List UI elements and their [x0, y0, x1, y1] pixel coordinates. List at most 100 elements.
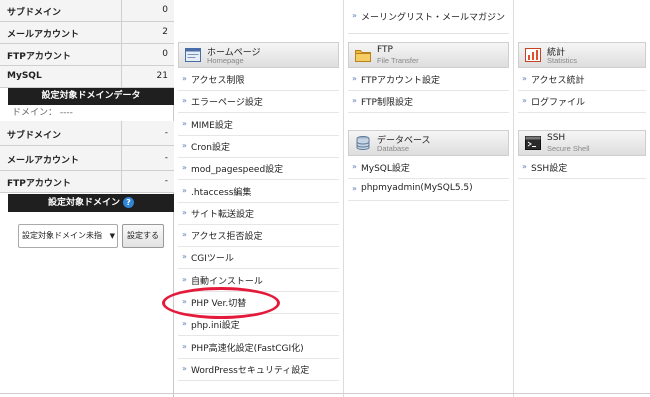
arrow-icon: » [352, 184, 357, 194]
help-icon[interactable]: ? [123, 197, 134, 208]
stat-value: - [164, 153, 168, 163]
arrow-icon: » [182, 341, 187, 351]
section-header-ssh: SSH Secure Shell [518, 130, 646, 156]
section-subtitle: Secure Shell [547, 144, 590, 153]
arrow-icon: » [182, 118, 187, 128]
stat-label: MySQL [7, 71, 42, 81]
menu-item-stats-0[interactable]: » アクセス統計 [518, 69, 646, 91]
menu-item-label: エラーページ設定 [191, 98, 263, 109]
menu-item-ssh-0[interactable]: » SSH設定 [518, 157, 646, 179]
arrow-icon: » [182, 363, 187, 373]
section-title: FTP [377, 45, 393, 55]
domain-data-header: 設定対象ドメインデータ [8, 88, 174, 105]
menu-item-label: mod_pagespeed設定 [191, 165, 284, 176]
chevron-down-icon: ▼ [109, 232, 115, 240]
domain-stat-row-mail: メールアカウント - [0, 146, 174, 171]
menu-item-database-0[interactable]: » MySQL設定 [348, 157, 509, 179]
stat-value: 2 [162, 27, 168, 37]
stat-row-ftp: FTPアカウント 0 [0, 44, 174, 66]
menu-item-homepage-1[interactable]: » エラーページ設定 [178, 91, 339, 114]
menu-item-label: アクセス拒否設定 [191, 232, 263, 243]
section-header-ftp: FTP File Transfer [348, 42, 509, 68]
stat-label: メールアカウント [7, 156, 80, 166]
menu-item-homepage-2[interactable]: » MIME設定 [178, 114, 339, 136]
menu-item-homepage-12[interactable]: » PHP高速化設定(FastCGI化) [178, 337, 339, 359]
arrow-icon: » [352, 11, 357, 20]
menu-item-ftp-1[interactable]: » FTP制限設定 [348, 91, 509, 114]
section-header-stats: 統計 Statistics [518, 42, 646, 68]
database-icon [355, 136, 371, 150]
stat-label: FTPアカウント [7, 52, 71, 62]
arrow-icon: » [352, 96, 357, 106]
highlight-circle [162, 287, 280, 319]
menu-item-stats-1[interactable]: » ログファイル [518, 91, 646, 114]
sidebar: サブドメイン 0 メールアカウント 2 FTPアカウント 0 MySQL 21 … [0, 0, 174, 397]
folder-icon [355, 48, 371, 62]
menu-item-label: WordPressセキュリティ設定 [191, 365, 310, 376]
menu-item-label: PHP高速化設定(FastCGI化) [191, 343, 304, 354]
domain-stat-row-subdomain: サブドメイン - [0, 121, 174, 146]
stat-row-mysql: MySQL 21 [0, 66, 174, 88]
arrow-icon: » [182, 74, 187, 83]
domain-stat-row-ftp: FTPアカウント - [0, 171, 174, 193]
stat-value: 21 [156, 71, 168, 81]
arrow-icon: » [182, 252, 187, 262]
menu-item-label: CGIツール [191, 254, 234, 265]
column-stats-ssh: 統計 Statistics » アクセス統計 » ログファイル SSH Secure … [514, 0, 650, 397]
terminal-icon [525, 136, 541, 150]
arrow-icon: » [182, 207, 187, 217]
menu-item-label: ログファイル [531, 98, 586, 109]
domain-select[interactable]: 設定対象ドメイン未指 ▼ [18, 224, 118, 248]
menu-item-label: phpmyadmin(MySQL5.5) [361, 183, 473, 194]
menu-item-label: メーリングリスト・メールマガジン [361, 13, 506, 23]
domain-select-value: 設定対象ドメイン未指 [22, 231, 102, 240]
stat-row-mail: メールアカウント 2 [0, 22, 174, 44]
set-domain-button[interactable]: 設定する [122, 224, 164, 248]
menu-item-label: サイト転送設定 [191, 209, 255, 220]
stat-value: 0 [162, 5, 168, 15]
menu-item-homepage-4[interactable]: » mod_pagespeed設定 [178, 158, 339, 181]
menu-item-homepage-3[interactable]: » Cron設定 [178, 136, 339, 158]
menu-item-database-1[interactable]: » phpmyadmin(MySQL5.5) [348, 179, 509, 202]
arrow-icon: » [352, 74, 357, 83]
stat-row-subdomain: サブドメイン 0 [0, 0, 174, 22]
arrow-icon: » [182, 96, 187, 106]
menu-item-label: 自動インストール [191, 276, 263, 287]
menu-item-label: .htaccess編集 [191, 187, 252, 198]
menu-item-label: アクセス統計 [531, 76, 585, 86]
arrow-icon: » [182, 230, 187, 240]
target-domain-header-label: 設定対象ドメイン [47, 198, 120, 208]
domain-line: ドメイン： ---- [12, 108, 73, 118]
homepage-icon [185, 48, 201, 62]
arrow-icon: » [522, 162, 527, 171]
stat-value: - [164, 128, 168, 138]
stat-value: 0 [162, 49, 168, 59]
menu-item-ftp-0[interactable]: » FTPアカウント設定 [348, 69, 509, 91]
arrow-icon: » [182, 185, 187, 195]
menu-item-label: php.ini設定 [191, 321, 240, 332]
menu-item-homepage-7[interactable]: » アクセス拒否設定 [178, 225, 339, 248]
stat-label: サブドメイン [7, 131, 62, 141]
menu-item-label: アクセス制限 [191, 76, 245, 86]
column-ftp-database: » メーリングリスト・メールマガジン FTP File Transfer » FT… [344, 0, 514, 397]
menu-item-homepage-13[interactable]: » WordPressセキュリティ設定 [178, 359, 339, 381]
arrow-icon: » [522, 74, 527, 83]
section-subtitle: Database [377, 144, 410, 153]
menu-item-mailing-list[interactable]: » メーリングリスト・メールマガジン [348, 6, 509, 28]
stat-label: FTPアカウント [7, 179, 71, 189]
stat-value: - [164, 176, 168, 186]
arrow-icon: » [182, 140, 187, 150]
menu-item-label: MIME設定 [191, 120, 233, 131]
menu-item-label: SSH設定 [531, 164, 568, 174]
menu-item-homepage-8[interactable]: » CGIツール [178, 247, 339, 270]
menu-item-homepage-5[interactable]: » .htaccess編集 [178, 181, 339, 203]
chart-icon [525, 48, 541, 62]
menu-item-label: Cron設定 [191, 142, 230, 153]
arrow-icon: » [182, 319, 187, 329]
section-header-database: データベース Database [348, 130, 509, 156]
stat-label: サブドメイン [7, 8, 62, 18]
menu-item-homepage-0[interactable]: » アクセス制限 [178, 69, 339, 91]
arrow-icon: » [182, 274, 187, 284]
arrow-icon: » [182, 163, 187, 173]
menu-item-homepage-6[interactable]: » サイト転送設定 [178, 203, 339, 225]
